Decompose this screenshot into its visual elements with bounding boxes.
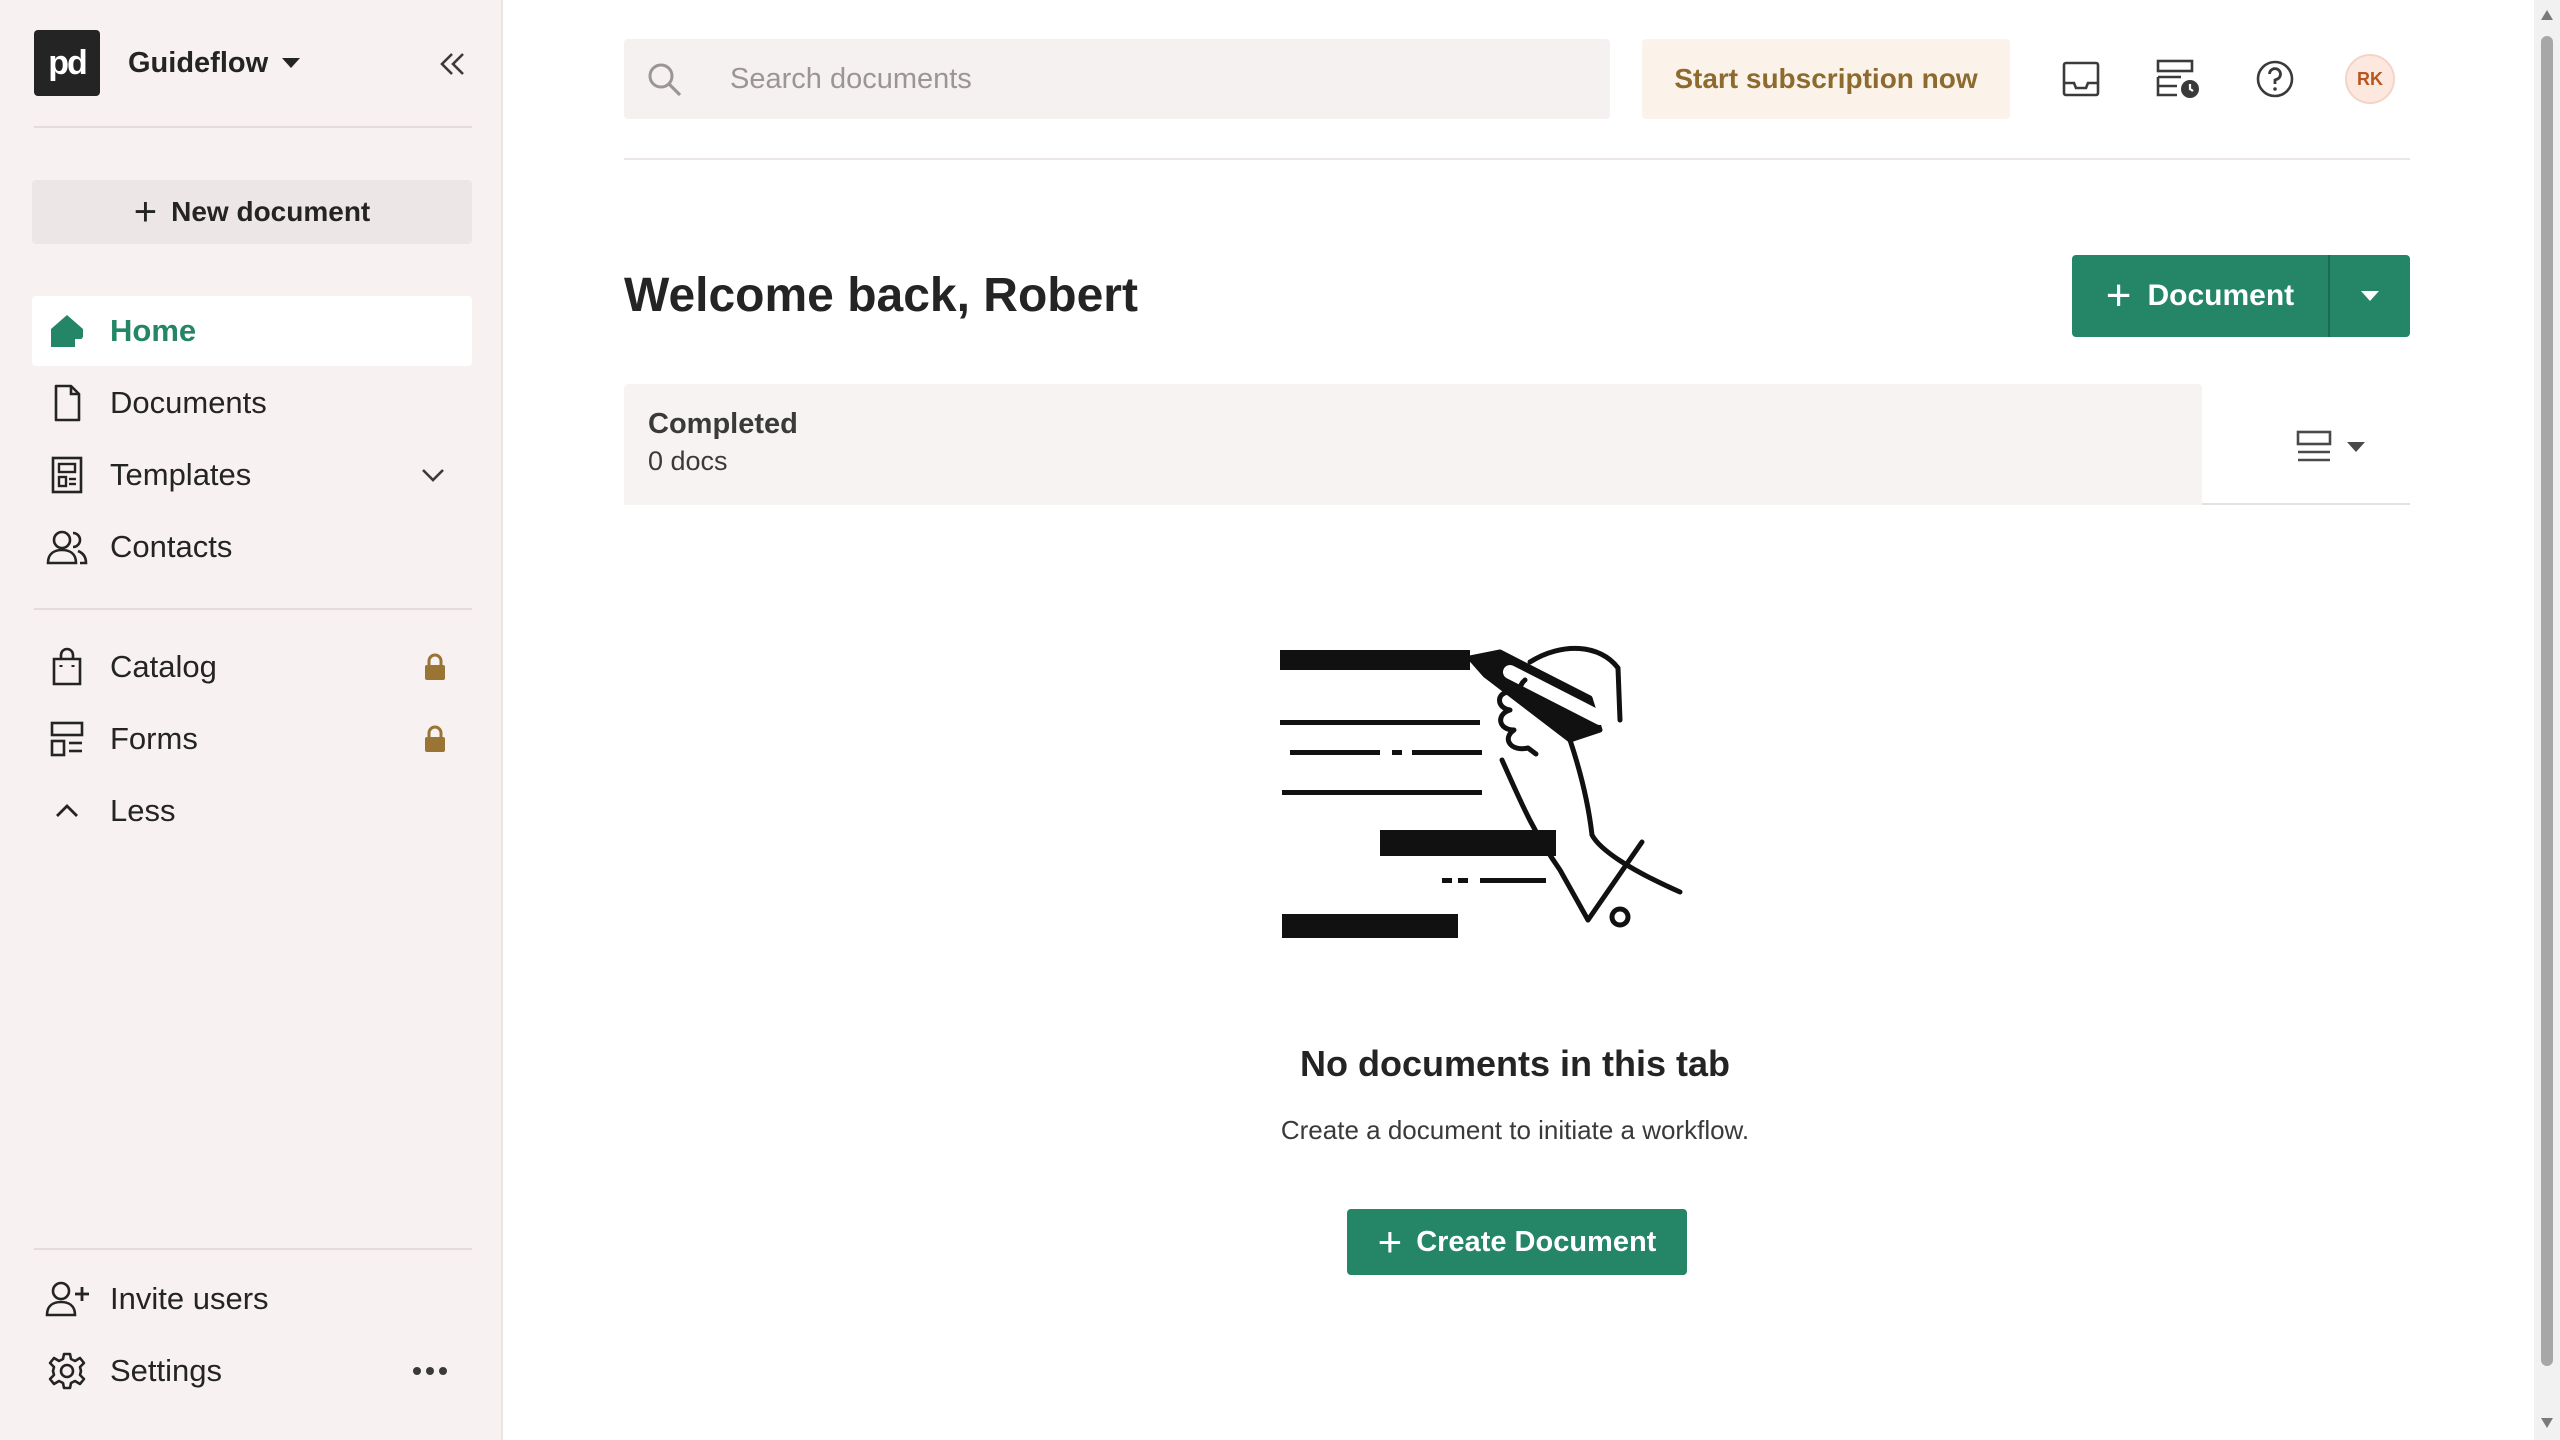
more-options-button[interactable] [412,1336,448,1406]
sidebar-item-label: Contacts [110,529,233,564]
sidebar-item-less[interactable]: Less [32,776,472,846]
tab-title: Completed [648,408,798,440]
tab-completed[interactable]: Completed 0 docs [624,384,2202,505]
sidebar-item-forms[interactable]: Forms [32,704,472,774]
sidebar-item-templates[interactable]: Templates [32,440,472,510]
help-button[interactable] [2248,52,2302,106]
forms-icon [32,719,102,759]
scrollbar-thumb[interactable] [2541,36,2553,1366]
sidebar-item-label: Catalog [110,649,217,684]
document-options-dropdown[interactable] [2330,255,2410,337]
sidebar-item-label: Home [110,313,197,348]
empty-state-subtitle: Create a document to initiate a workflow… [1280,1115,1750,1145]
sidebar-item-invite-users[interactable]: Invite users [32,1264,472,1334]
search-icon [642,57,686,101]
sidebar-divider [34,126,472,128]
caret-down-icon [282,58,301,68]
sidebar-item-catalog[interactable]: Catalog [32,632,472,702]
sidebar-item-label: Forms [110,721,198,756]
collapse-sidebar-button[interactable] [430,42,474,86]
chevron-down-icon [422,469,444,482]
sidebar-item-settings[interactable]: Settings [32,1336,472,1406]
lock-icon [422,704,448,774]
create-document-button[interactable]: + Create Document [1347,1209,1687,1275]
new-document-button[interactable]: + New document [32,180,472,244]
page-title: Welcome back, Robert [624,269,1138,322]
list-view-icon [2296,430,2332,462]
page-scrollbar[interactable] [2534,0,2560,1440]
search-input[interactable] [730,62,1530,96]
header-divider [624,158,2410,160]
sidebar-item-label: Settings [110,1353,223,1388]
inbox-icon [2062,61,2100,97]
plus-icon: + [2105,271,2132,320]
add-user-icon [32,1279,102,1319]
new-document-primary-button[interactable]: + Document [2072,255,2328,337]
caret-down-icon [2347,442,2365,452]
sidebar: pd Guideflow + New document Home Documen… [0,0,503,1440]
more-horizontal-icon [413,1367,447,1375]
workspace-switcher[interactable]: pd Guideflow [34,30,474,96]
sidebar-item-documents[interactable]: Documents [32,368,472,438]
view-mode-dropdown[interactable] [2280,422,2380,472]
tab-doc-count: 0 docs [648,446,728,476]
catalog-bag-icon [32,647,102,687]
create-document-label: Create Document [1416,1225,1657,1258]
start-subscription-button[interactable]: Start subscription now [1642,39,2010,119]
plus-icon: + [1377,1218,1403,1265]
tab-bar-divider [2202,503,2410,505]
document-button-label: Document [2147,279,2295,312]
plus-icon: + [133,190,158,234]
template-icon [32,455,102,495]
home-icon [32,311,102,351]
sidebar-item-home[interactable]: Home [32,296,472,366]
scroll-up-arrow-icon[interactable] [2541,10,2553,20]
contacts-icon [32,527,102,567]
workspace-name: Guideflow [128,46,269,79]
pandadoc-logo: pd [34,30,100,96]
sidebar-item-label: Invite users [110,1281,269,1316]
new-document-label: New document [171,196,371,227]
history-log-icon [2156,59,2199,98]
empty-state-title: No documents in this tab [1299,1043,1730,1084]
sidebar-item-label: Less [110,793,176,828]
chevron-up-icon [32,795,102,827]
search-box[interactable] [624,39,1610,119]
sidebar-item-contacts[interactable]: Contacts [32,512,472,582]
double-chevron-left-icon [440,53,464,75]
gear-icon [32,1351,102,1391]
activity-history-button[interactable] [2151,52,2205,106]
signing-document-illustration [1280,645,1683,938]
sidebar-item-label: Templates [110,457,252,492]
scroll-down-arrow-icon[interactable] [2541,1418,2553,1428]
user-avatar[interactable]: RK [2345,54,2395,104]
help-circle-icon [2256,60,2294,98]
sidebar-divider [34,1248,472,1250]
caret-down-icon [2361,291,2379,301]
inbox-button[interactable] [2054,52,2108,106]
document-split-button: + Document [2072,255,2410,337]
document-icon [32,383,102,423]
lock-icon [422,632,448,702]
sidebar-item-label: Documents [110,385,267,420]
sidebar-divider [34,608,472,610]
expand-templates-button[interactable] [418,440,448,510]
